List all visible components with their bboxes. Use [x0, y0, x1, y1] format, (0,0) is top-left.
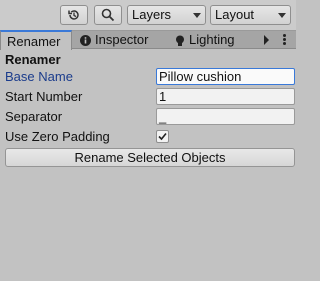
lightbulb-icon — [176, 35, 184, 46]
separator-field[interactable]: _ — [156, 108, 295, 125]
tab-scroll-right-icon[interactable] — [264, 35, 269, 45]
base-name-field[interactable]: Pillow cushion — [156, 68, 295, 85]
tab-renamer[interactable]: Renamer — [0, 30, 72, 50]
rename-selected-button[interactable]: Rename Selected Objects — [5, 148, 295, 167]
chevron-down-icon — [278, 13, 286, 18]
search-button[interactable] — [94, 5, 122, 25]
tab-lighting[interactable]: Lighting — [175, 31, 235, 49]
history-icon — [68, 10, 79, 20]
layers-dropdown-label: Layers — [132, 7, 172, 22]
tab-inspector[interactable]: Inspector — [80, 31, 148, 49]
chevron-down-icon — [193, 13, 201, 18]
zero-padding-label: Use Zero Padding — [5, 129, 110, 144]
history-button[interactable] — [60, 5, 88, 25]
layers-dropdown[interactable]: Layers — [127, 5, 206, 25]
layout-dropdown-label: Layout — [215, 7, 255, 22]
window-tab-bar: Renamer Inspector Lighting — [0, 30, 296, 50]
layout-dropdown[interactable]: Layout — [210, 5, 291, 25]
tab-menu-icon[interactable] — [283, 34, 286, 46]
tab-renamer-label: Renamer — [7, 34, 61, 49]
search-icon — [101, 8, 115, 22]
panel-title: Renamer — [5, 52, 61, 67]
start-number-label: Start Number — [5, 89, 83, 104]
zero-padding-checkbox[interactable] — [156, 130, 169, 143]
separator-label: Separator — [5, 109, 63, 124]
checkmark-icon — [158, 132, 167, 141]
tab-inspector-label: Inspector — [95, 32, 149, 47]
base-name-label: Base Name — [5, 69, 73, 84]
editor-toolbar: Layers Layout — [0, 0, 296, 31]
start-number-field[interactable]: 1 — [156, 88, 295, 105]
tab-lighting-label: Lighting — [189, 32, 235, 47]
info-icon — [80, 35, 91, 47]
